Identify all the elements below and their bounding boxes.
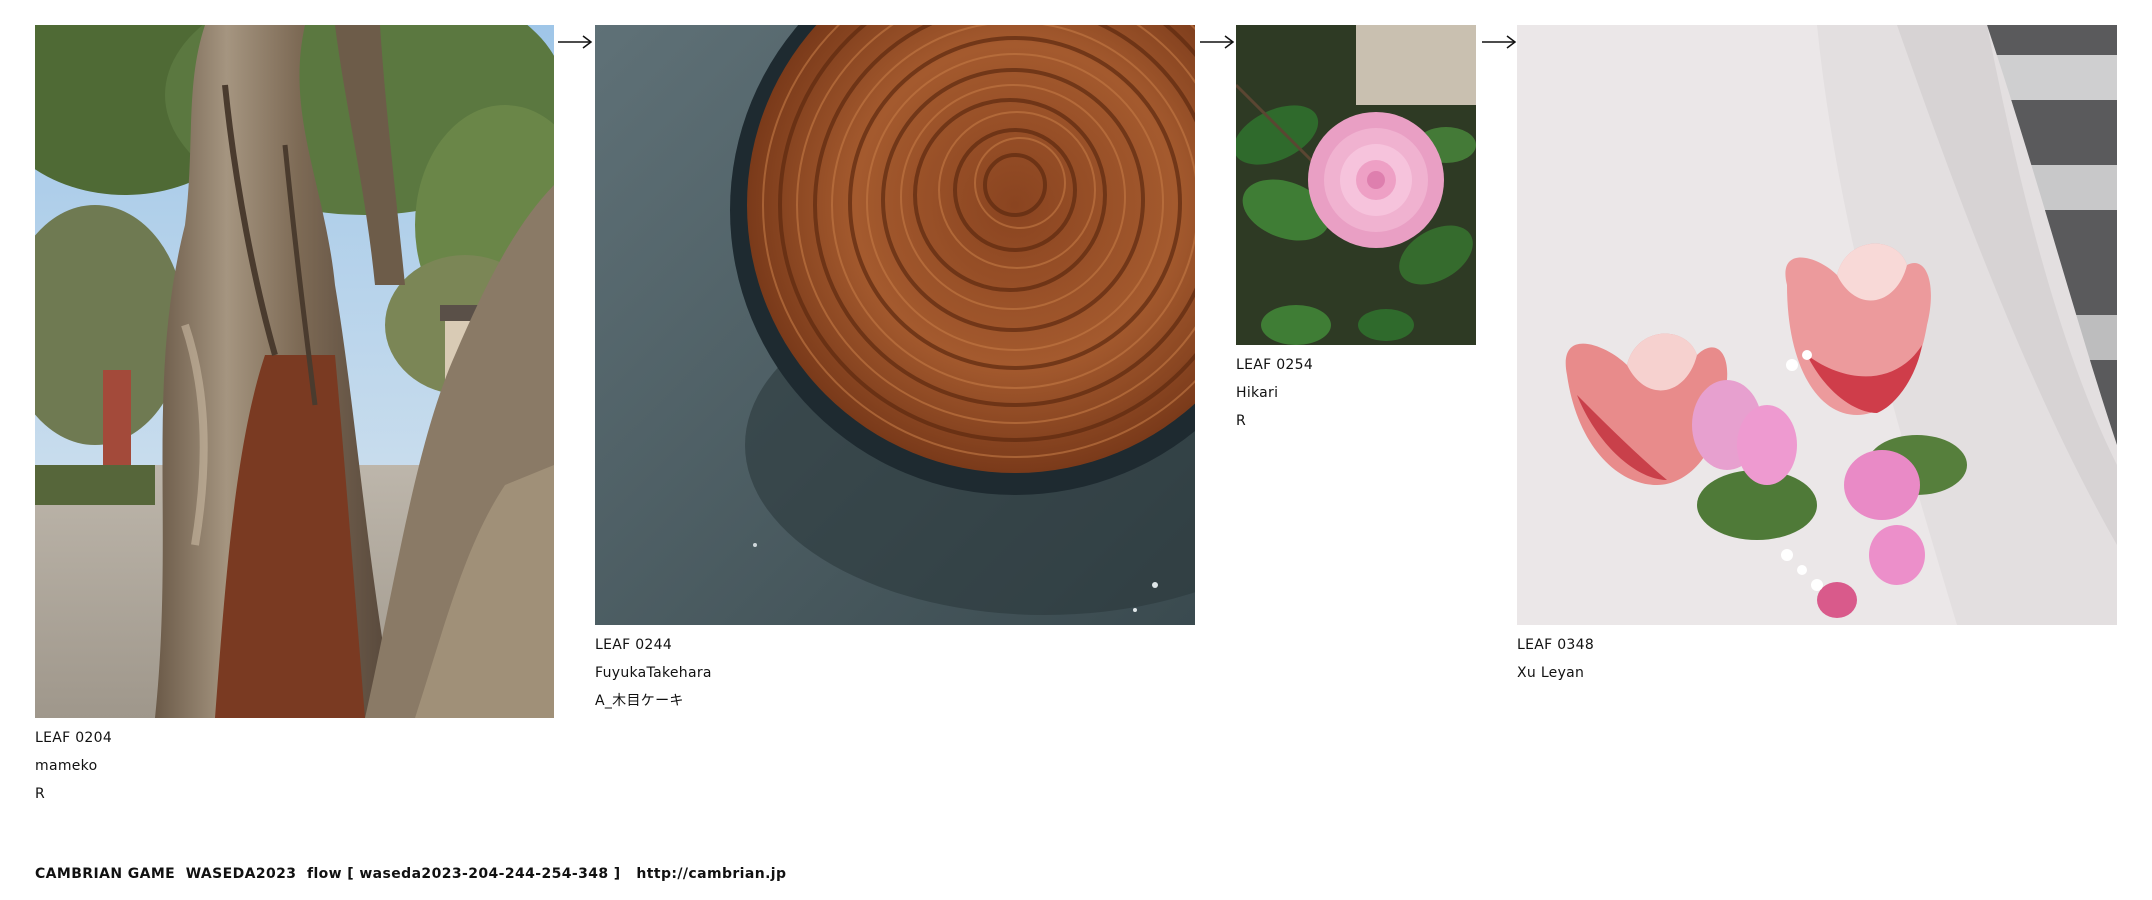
cake-photo-image [595,25,1195,625]
tulip-bouquet-photo-image [1517,25,2117,625]
leaf-title: R [35,786,46,802]
tree-photo-image [35,25,554,718]
leaf-id: LEAF 0348 [1517,637,1595,653]
leaf-author: FuyukaTakehara [595,665,712,681]
leaf-card-0348[interactable]: LEAF 0348 Xu Leyan [1517,25,2117,687]
leaf-card-0254[interactable]: LEAF 0254 Hikari R [1236,25,1476,435]
leaf-photo-0244[interactable] [595,25,1195,625]
leaf-title: R [1236,413,1247,429]
footer-flow-info[interactable]: CAMBRIAN GAME WASEDA2023 flow [ waseda20… [35,866,786,882]
leaf-id: LEAF 0244 [595,637,673,653]
flow-arrow-icon [558,35,593,49]
flow-arrow-icon [1200,35,1235,49]
leaf-card-0244[interactable]: LEAF 0244 FuyukaTakehara A_木目ケーキ [595,25,1195,715]
leaf-photo-0254[interactable] [1236,25,1476,345]
flow-arrow-icon [1482,35,1517,49]
leaf-author: Xu Leyan [1517,665,1585,681]
leaf-card-0204[interactable]: LEAF 0204 mameko R [35,25,554,808]
leaf-photo-0204[interactable] [35,25,554,718]
leaf-author: mameko [35,758,98,774]
leaf-author: Hikari [1236,385,1279,401]
leaf-photo-0348[interactable] [1517,25,2117,625]
camellia-photo-image [1236,25,1476,345]
leaf-title: A_木目ケーキ [595,693,684,709]
leaf-id: LEAF 0204 [35,730,113,746]
leaf-id: LEAF 0254 [1236,357,1314,373]
